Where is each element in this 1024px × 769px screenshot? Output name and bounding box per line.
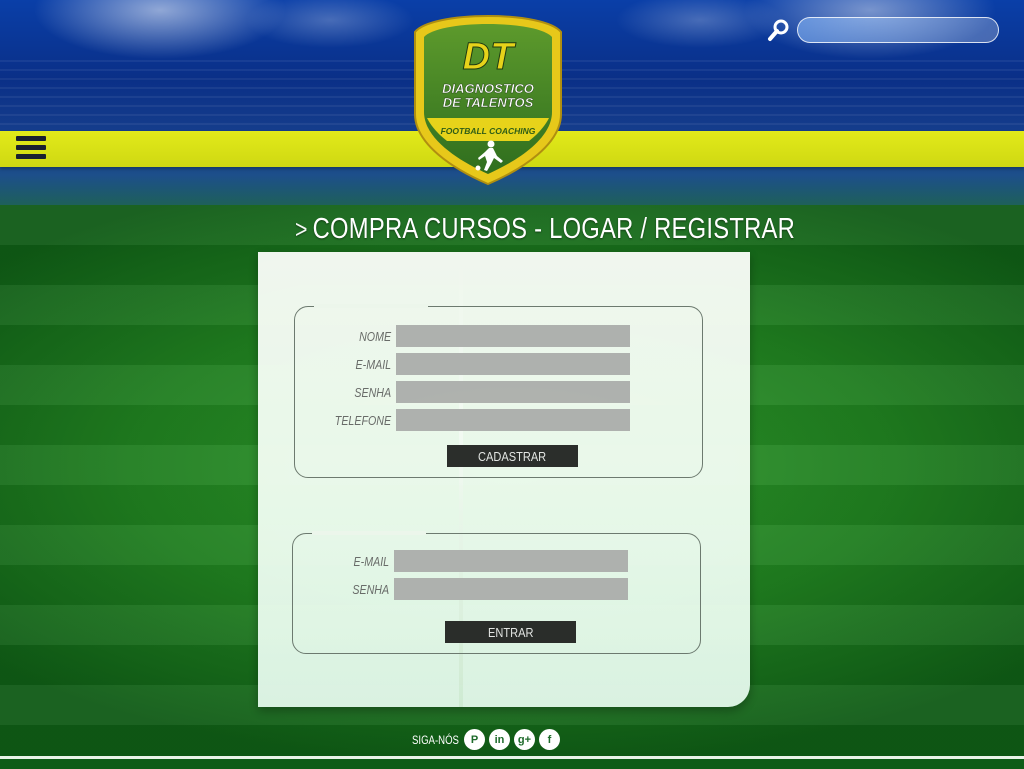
pitch-bottom xyxy=(0,759,1024,769)
page-title: > COMPRA CURSOS - LOGAR / REGISTRAR xyxy=(295,207,795,251)
follow-label: SIGA-NÓS xyxy=(412,733,459,747)
hamburger-menu-icon[interactable] xyxy=(16,136,46,162)
google-plus-icon[interactable]: g+ xyxy=(514,729,535,750)
login-email-row: E-MAIL xyxy=(302,550,628,572)
register-phone-row: TELEFONE xyxy=(304,409,630,431)
form-panel: NOME E-MAIL SENHA TELEFONE CADASTRAR E-M… xyxy=(258,252,750,707)
logo-badge-icon: DT DIAGNOSTICO DE TALENTOS FOOTBALL COAC… xyxy=(414,14,562,186)
login-button[interactable]: ENTRAR xyxy=(445,621,576,643)
register-button[interactable]: CADASTRAR xyxy=(447,445,578,467)
login-password-row: SENHA xyxy=(302,578,628,600)
login-email-label: E-MAIL xyxy=(353,553,390,569)
register-password-label: SENHA xyxy=(354,384,392,400)
register-legend xyxy=(314,304,428,308)
logo-line-1: DIAGNOSTICO xyxy=(442,81,534,96)
register-name-row: NOME xyxy=(304,325,630,347)
login-button-label: ENTRAR xyxy=(487,624,534,640)
login-legend xyxy=(312,531,426,535)
logo[interactable]: DT DIAGNOSTICO DE TALENTOS FOOTBALL COAC… xyxy=(413,14,563,186)
login-password-field[interactable] xyxy=(394,578,628,600)
name-label: NOME xyxy=(359,328,392,344)
logo-line-2: DE TALENTOS xyxy=(443,95,534,110)
login-password-label: SENHA xyxy=(352,581,390,597)
name-field[interactable] xyxy=(396,325,630,347)
login-email-field[interactable] xyxy=(394,550,628,572)
register-email-row: E-MAIL xyxy=(304,353,630,375)
chevron-right-icon: > xyxy=(295,213,308,244)
phone-label: TELEFONE xyxy=(334,412,392,428)
register-email-label: E-MAIL xyxy=(355,356,392,372)
logo-tagline: FOOTBALL COACHING xyxy=(441,126,536,136)
search-icon[interactable] xyxy=(767,18,791,42)
register-button-label: CADASTRAR xyxy=(478,448,547,464)
page-title-text: COMPRA CURSOS - LOGAR / REGISTRAR xyxy=(312,212,796,245)
linkedin-icon[interactable]: in xyxy=(489,729,510,750)
register-email-field[interactable] xyxy=(396,353,630,375)
logo-initials: DT xyxy=(463,36,516,78)
facebook-icon[interactable]: f xyxy=(539,729,560,750)
phone-field[interactable] xyxy=(396,409,630,431)
register-password-row: SENHA xyxy=(304,381,630,403)
search-input[interactable] xyxy=(797,17,999,43)
pinterest-icon[interactable]: P xyxy=(464,729,485,750)
register-password-field[interactable] xyxy=(396,381,630,403)
